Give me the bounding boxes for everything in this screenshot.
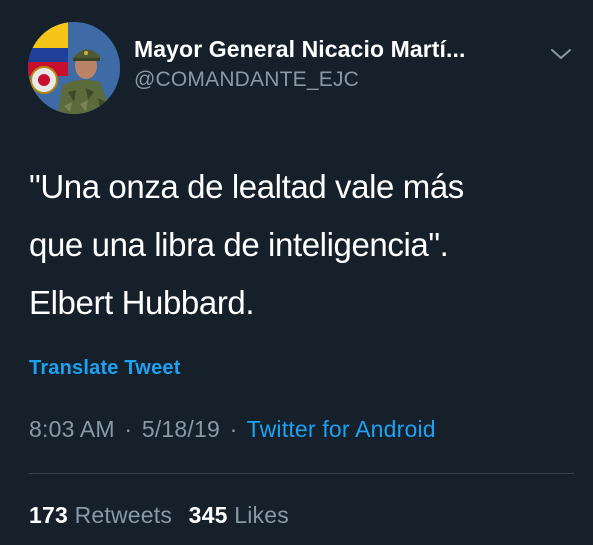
retweets-stat[interactable]: 173 Retweets — [29, 502, 179, 528]
separator-dot: · — [124, 416, 133, 442]
author-names: Mayor General Nicacio Martí... @COMANDAN… — [134, 34, 544, 95]
likes-count: 345 — [188, 502, 228, 528]
likes-label: Likes — [234, 502, 289, 528]
translate-tweet-link[interactable]: Translate Tweet — [29, 357, 181, 380]
divider — [29, 473, 574, 474]
retweets-label: Retweets — [74, 502, 173, 528]
tweet-text-line: que una libra de inteligencia". — [29, 226, 449, 263]
display-name[interactable]: Mayor General Nicacio Martí... — [134, 34, 544, 64]
tweet-time: 8:03 AM — [29, 416, 115, 442]
tweet-source-link[interactable]: Twitter for Android — [247, 416, 436, 442]
avatar[interactable] — [28, 22, 120, 114]
separator-dot: · — [229, 416, 238, 442]
engagement-stats: 173 Retweets 345 Likes — [29, 502, 289, 529]
tweet-date: 5/18/19 — [141, 416, 220, 442]
tweet-detail: Mayor General Nicacio Martí... @COMANDAN… — [0, 0, 593, 545]
user-handle[interactable]: @COMANDANTE_EJC — [134, 65, 544, 95]
tweet-text-line: Elbert Hubbard. — [29, 284, 255, 321]
tweet-text-line: "Una onza de lealtad vale más — [29, 168, 464, 205]
chevron-down-icon[interactable] — [548, 44, 574, 64]
tweet-metadata: 8:03 AM · 5/18/19 · Twitter for Android — [29, 416, 436, 443]
likes-stat[interactable]: 345 Likes — [189, 502, 289, 528]
avatar-image — [28, 22, 120, 114]
tweet-header: Mayor General Nicacio Martí... @COMANDAN… — [28, 22, 573, 114]
retweets-count: 173 — [29, 502, 68, 528]
tweet-text: "Una onza de lealtad vale más que una li… — [29, 158, 559, 332]
